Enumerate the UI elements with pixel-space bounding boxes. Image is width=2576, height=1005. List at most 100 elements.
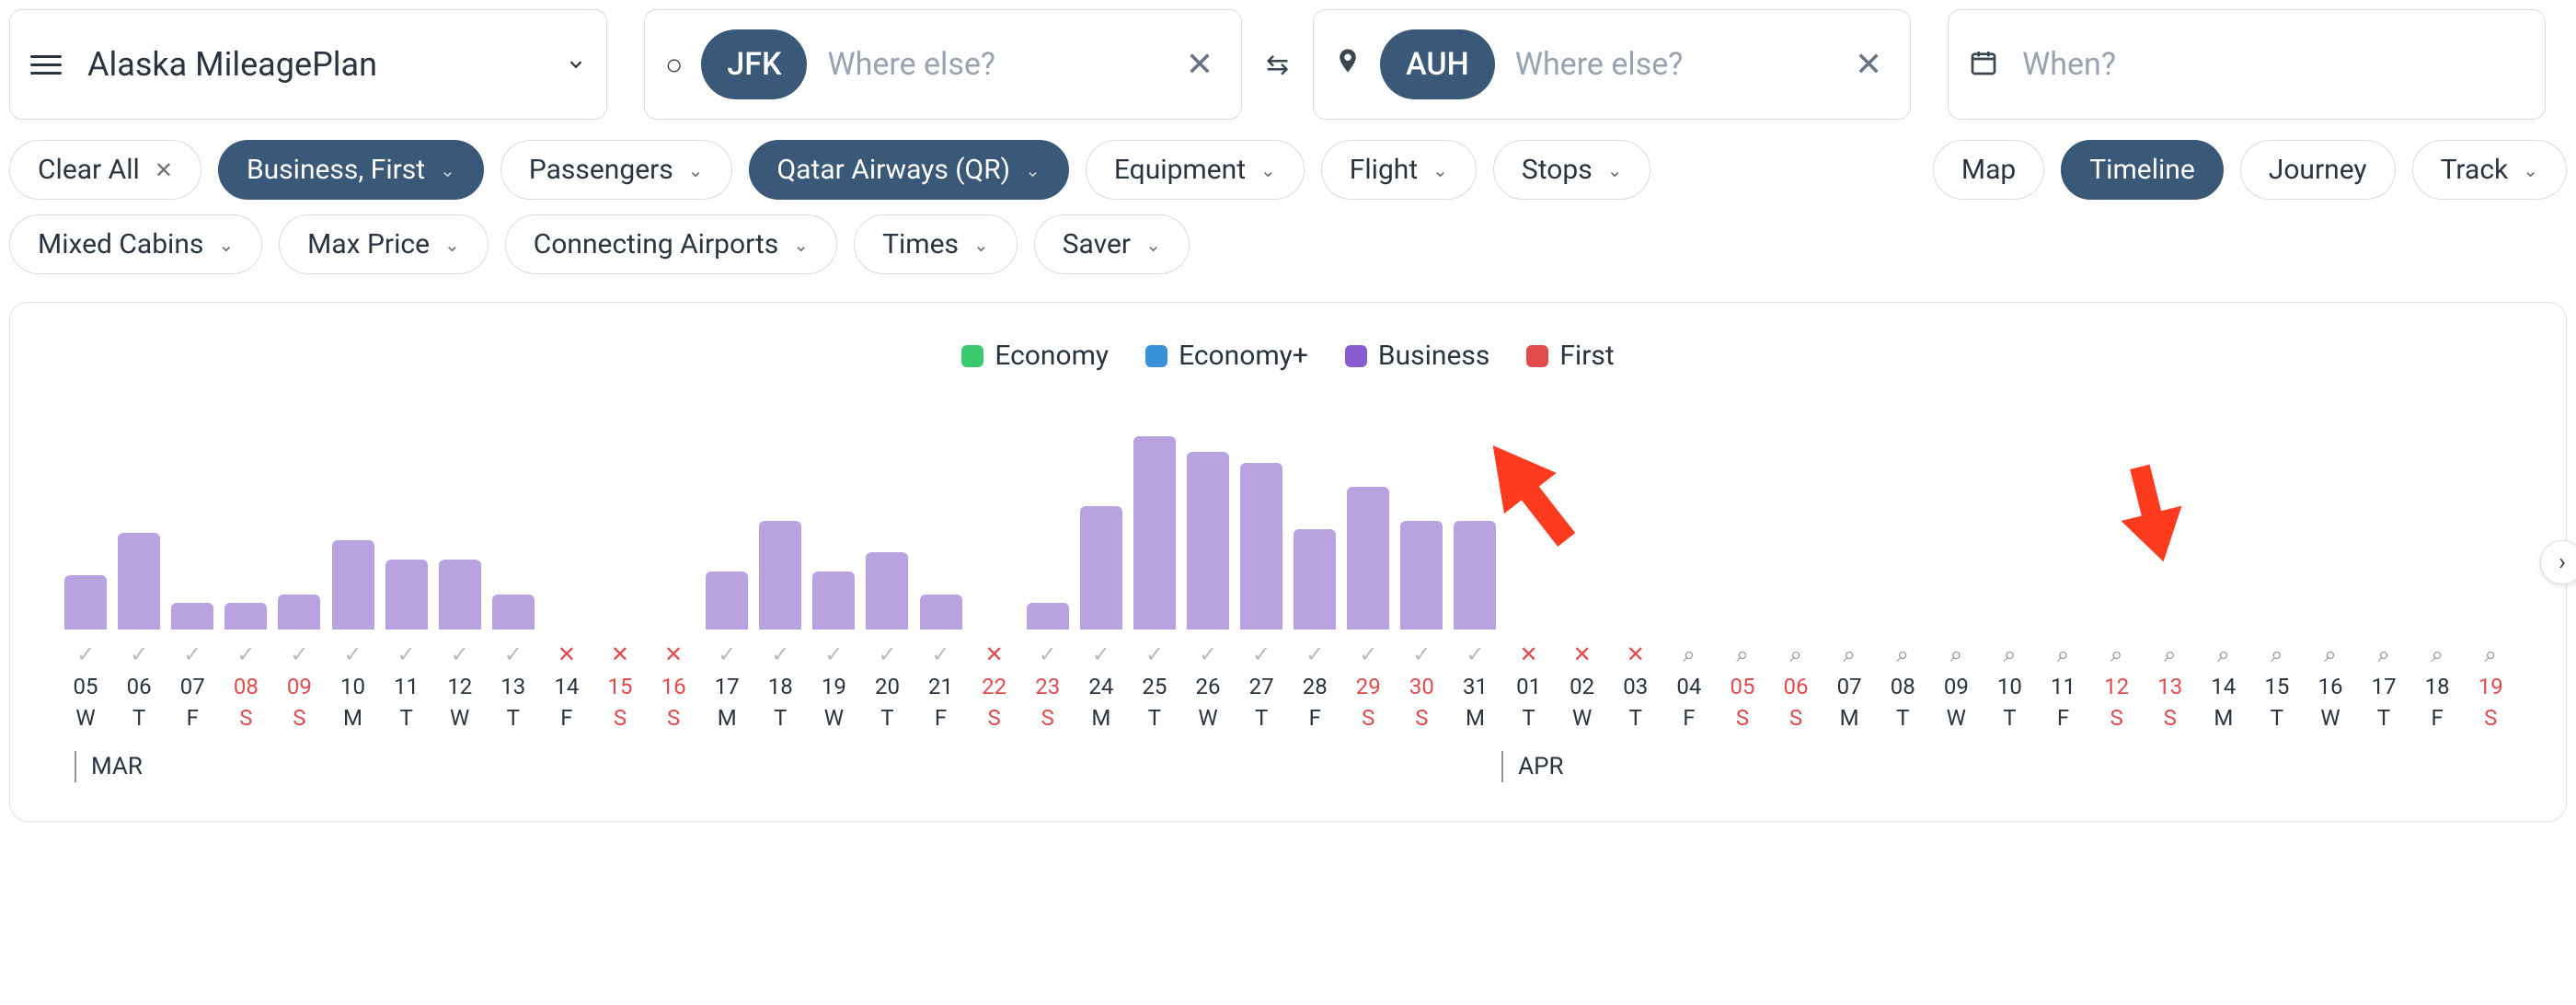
- day-column[interactable]: ✓05W: [60, 427, 111, 731]
- day-column[interactable]: ⌕14M: [2198, 427, 2249, 731]
- date-weekday: S: [988, 705, 1001, 731]
- day-column[interactable]: ✓27T: [1236, 427, 1287, 731]
- day-column[interactable]: ✓13T: [488, 427, 539, 731]
- day-column[interactable]: ⌕08T: [1877, 427, 1928, 731]
- day-column[interactable]: ⌕19S: [2465, 427, 2516, 731]
- destination-chip[interactable]: AUH: [1380, 29, 1495, 99]
- day-column[interactable]: ✓28F: [1289, 427, 1340, 731]
- day-column[interactable]: ⌕07M: [1823, 427, 1875, 731]
- swap-icon[interactable]: ⇆: [1266, 49, 1289, 81]
- search-icon: ⌕: [2057, 642, 2069, 666]
- day-column[interactable]: ⌕10T: [1984, 427, 2035, 731]
- availability-bar: [492, 595, 535, 630]
- day-column[interactable]: ✕22S: [969, 427, 1020, 731]
- day-column[interactable]: ✓08S: [220, 427, 271, 731]
- journey-view-button[interactable]: Journey: [2240, 140, 2396, 200]
- day-column[interactable]: ⌕05S: [1717, 427, 1768, 731]
- day-column[interactable]: ✓26W: [1182, 427, 1234, 731]
- destination-input[interactable]: AUH Where else? ✕: [1313, 9, 1911, 120]
- chevron-down-icon: ⌄: [2523, 159, 2538, 181]
- clear-origin-icon[interactable]: ✕: [1179, 45, 1221, 84]
- date-weekday: S: [1789, 705, 1802, 731]
- check-icon: ✓: [1145, 642, 1164, 666]
- check-icon: ✓: [1412, 642, 1431, 666]
- date-weekday: S: [614, 705, 627, 731]
- connecting-airports-filter[interactable]: Connecting Airports⌄: [505, 214, 837, 274]
- day-column[interactable]: ✓31M: [1449, 427, 1501, 731]
- day-column[interactable]: ✕15S: [594, 427, 646, 731]
- day-column[interactable]: ✕16S: [648, 427, 699, 731]
- day-column[interactable]: ✓30S: [1396, 427, 1447, 731]
- day-column[interactable]: ✓21F: [915, 427, 967, 731]
- day-column[interactable]: ✓06T: [113, 427, 165, 731]
- day-column[interactable]: ⌕11F: [2037, 427, 2088, 731]
- day-column[interactable]: ✕02W: [1557, 427, 1608, 731]
- day-column[interactable]: ✓29S: [1342, 427, 1394, 731]
- date-number: 12: [2104, 674, 2129, 699]
- mixed-cabins-filter[interactable]: Mixed Cabins⌄: [9, 214, 262, 274]
- check-icon: ✓: [76, 642, 95, 666]
- check-icon: ✓: [824, 642, 843, 666]
- search-icon: ⌕: [2431, 642, 2443, 666]
- times-filter[interactable]: Times⌄: [854, 214, 1018, 274]
- day-column[interactable]: ⌕09W: [1930, 427, 1982, 731]
- day-column[interactable]: ⌕04F: [1663, 427, 1715, 731]
- program-label: Alaska MileagePlan: [87, 45, 566, 84]
- day-column[interactable]: ✓25T: [1129, 427, 1180, 731]
- legend-label: First: [1559, 340, 1614, 372]
- day-column[interactable]: ✓09S: [273, 427, 325, 731]
- date-input[interactable]: When?: [1948, 9, 2546, 120]
- legend-label: Economy: [995, 340, 1109, 372]
- day-column[interactable]: ✕03T: [1610, 427, 1662, 731]
- clear-destination-icon[interactable]: ✕: [1847, 45, 1890, 84]
- date-weekday: S: [2484, 705, 2497, 731]
- day-column[interactable]: ✕01T: [1503, 427, 1555, 731]
- legend-label: Business: [1378, 340, 1489, 372]
- day-column[interactable]: ⌕16W: [2305, 427, 2356, 731]
- date-weekday: M: [1466, 705, 1485, 731]
- day-column[interactable]: ✓07F: [167, 427, 218, 731]
- cabin-filter[interactable]: Business, First⌄: [218, 140, 484, 200]
- date-weekday: T: [1896, 705, 1909, 731]
- search-icon: ⌕: [2377, 642, 2389, 666]
- date-number: 13: [2157, 674, 2182, 699]
- day-column[interactable]: ⌕12S: [2091, 427, 2143, 731]
- origin-chip[interactable]: JFK: [701, 29, 807, 99]
- day-column[interactable]: ✓23S: [1022, 427, 1074, 731]
- date-weekday: M: [2214, 705, 2233, 731]
- passengers-filter[interactable]: Passengers⌄: [500, 140, 732, 200]
- date-number: 11: [394, 674, 419, 699]
- timeline-chart: Economy Economy+ Business First ✓05W✓06T…: [9, 302, 2567, 822]
- origin-input[interactable]: ○ JFK Where else? ✕: [644, 9, 1242, 120]
- day-column[interactable]: ⌕15T: [2251, 427, 2303, 731]
- day-column[interactable]: ✕14F: [541, 427, 592, 731]
- stops-filter[interactable]: Stops⌄: [1493, 140, 1651, 200]
- timeline-view-button[interactable]: Timeline: [2061, 140, 2223, 200]
- day-column[interactable]: ⌕17T: [2358, 427, 2409, 731]
- availability-bar: [1400, 521, 1443, 630]
- day-column[interactable]: ✓17M: [701, 427, 753, 731]
- day-column[interactable]: ✓10M: [327, 427, 378, 731]
- swatch-icon: [961, 345, 983, 367]
- flight-filter[interactable]: Flight⌄: [1321, 140, 1477, 200]
- track-view-button[interactable]: Track⌄: [2412, 140, 2567, 200]
- check-icon: ✓: [718, 642, 736, 666]
- x-icon: ✕: [1520, 642, 1538, 666]
- clear-all-button[interactable]: Clear All✕: [9, 140, 201, 200]
- availability-bar: [1454, 521, 1496, 630]
- day-column[interactable]: ⌕06S: [1770, 427, 1822, 731]
- day-column[interactable]: ✓18T: [754, 427, 806, 731]
- day-column[interactable]: ⌕18F: [2411, 427, 2463, 731]
- day-column[interactable]: ✓19W: [808, 427, 859, 731]
- program-selector[interactable]: Alaska MileagePlan: [9, 9, 607, 120]
- airline-filter[interactable]: Qatar Airways (QR)⌄: [749, 140, 1069, 200]
- day-column[interactable]: ✓11T: [381, 427, 432, 731]
- max-price-filter[interactable]: Max Price⌄: [279, 214, 489, 274]
- day-column[interactable]: ✓20T: [861, 427, 913, 731]
- day-column[interactable]: ⌕13S: [2145, 427, 2196, 731]
- map-view-button[interactable]: Map: [1933, 140, 2044, 200]
- day-column[interactable]: ✓12W: [434, 427, 486, 731]
- saver-filter[interactable]: Saver⌄: [1034, 214, 1190, 274]
- day-column[interactable]: ✓24M: [1075, 427, 1127, 731]
- equipment-filter[interactable]: Equipment⌄: [1086, 140, 1305, 200]
